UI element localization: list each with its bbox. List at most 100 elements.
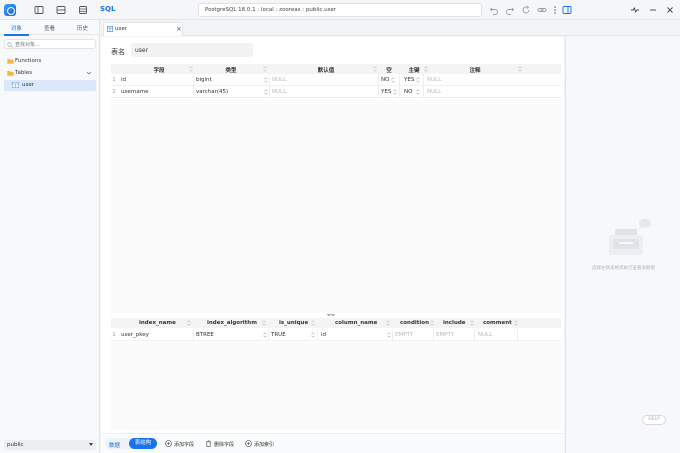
empty-state-illustration xyxy=(605,217,653,263)
header-is-unique[interactable]: is_unique xyxy=(279,320,308,326)
updown-icon[interactable] xyxy=(264,89,268,95)
cell-comment[interactable]: NULL xyxy=(427,89,441,95)
updown-icon[interactable] xyxy=(416,89,420,95)
cell-type[interactable]: varchar(45) xyxy=(196,89,228,95)
undo-icon[interactable] xyxy=(489,5,499,15)
sort-icon[interactable] xyxy=(386,320,390,326)
header-comment[interactable]: 注释 xyxy=(467,66,483,74)
plus-circle-icon xyxy=(245,440,252,447)
tab-objects[interactable]: 对象 xyxy=(0,24,33,32)
cell-pk[interactable]: NO xyxy=(404,89,412,95)
pulse-icon[interactable] xyxy=(630,5,640,15)
cell-is-unique[interactable]: TRUE xyxy=(271,332,286,338)
sort-icon[interactable] xyxy=(430,320,434,326)
updown-icon[interactable] xyxy=(311,332,315,338)
cell-default[interactable]: NULL xyxy=(272,89,286,95)
column-divider xyxy=(193,86,194,98)
header-include[interactable]: include xyxy=(443,320,466,326)
header-condition[interactable]: condition xyxy=(400,320,429,326)
table-row[interactable]: 1 user_pkey BTREE TRUE id EMPTY EMPTY NU… xyxy=(111,329,561,341)
updown-icon[interactable] xyxy=(387,332,391,338)
tab-view[interactable]: 查看 xyxy=(33,24,66,32)
sort-icon[interactable] xyxy=(263,66,267,72)
table-name-input[interactable] xyxy=(131,43,253,57)
add-index-label: 添加索引 xyxy=(254,441,275,448)
delete-field-label: 删除字段 xyxy=(214,441,235,448)
cell-comment[interactable]: NULL xyxy=(478,332,492,338)
minimize-icon[interactable] xyxy=(648,5,658,15)
column-divider xyxy=(378,86,379,98)
sort-icon[interactable] xyxy=(373,66,377,72)
sort-icon[interactable] xyxy=(189,66,193,72)
cell-condition[interactable]: EMPTY xyxy=(395,332,413,338)
tab-label: user xyxy=(115,26,127,32)
sort-icon[interactable] xyxy=(514,320,518,326)
tree-item-functions[interactable]: Functions xyxy=(0,56,100,67)
cell-type[interactable]: bigint xyxy=(196,77,212,83)
cell-pk[interactable]: YES xyxy=(404,77,414,83)
table-editor: 表名 字段 类型 默认值 空 主键 注释 1 id bigint NULL NO xyxy=(101,37,564,453)
cell-nullable[interactable]: NO xyxy=(381,77,389,83)
cell-field[interactable]: id xyxy=(121,77,126,83)
sidebar-toggle-icon[interactable] xyxy=(562,5,572,15)
tab-history[interactable]: 历史 xyxy=(66,24,99,32)
tree-item-user[interactable]: user xyxy=(4,80,96,91)
header-comment[interactable]: comment xyxy=(483,320,512,326)
tab-user[interactable]: user × xyxy=(103,22,183,36)
cell-include[interactable]: EMPTY xyxy=(436,332,454,338)
more-icon[interactable] xyxy=(550,5,560,15)
cell-algorithm[interactable]: BTREE xyxy=(196,332,214,338)
updown-icon[interactable] xyxy=(391,77,395,83)
cell-default[interactable]: NULL xyxy=(272,77,286,83)
header-default[interactable]: 默认值 xyxy=(311,66,341,74)
updown-icon[interactable] xyxy=(263,332,267,338)
connection-path[interactable]: PostgreSQL 18.0.1 : local : zooreas : pu… xyxy=(198,3,482,17)
column-divider xyxy=(399,86,400,98)
sort-icon[interactable] xyxy=(311,320,315,326)
tab-close-button[interactable]: × xyxy=(176,25,182,33)
cell-comment[interactable]: NULL xyxy=(427,77,441,83)
column-divider xyxy=(433,329,434,341)
header-index-name[interactable]: index_name xyxy=(139,320,176,326)
chevron-down-icon[interactable] xyxy=(86,70,92,76)
close-icon[interactable] xyxy=(665,5,675,15)
header-index-algorithm[interactable]: index_algorithm xyxy=(207,320,257,326)
sort-icon[interactable] xyxy=(262,320,266,326)
data-tab-button[interactable]: 数据 xyxy=(109,441,120,449)
columns-grid-header: 字段 类型 默认值 空 主键 注释 xyxy=(111,64,561,74)
sort-icon[interactable] xyxy=(424,66,428,72)
cell-index-name[interactable]: user_pkey xyxy=(121,332,149,338)
updown-icon[interactable] xyxy=(264,77,268,83)
table-row[interactable]: 2 username varchar(45) NULL YES NO NULL xyxy=(111,86,561,98)
column-divider xyxy=(193,74,194,86)
cell-field[interactable]: username xyxy=(121,89,149,95)
sort-icon[interactable] xyxy=(518,66,522,72)
object-search[interactable] xyxy=(4,39,96,49)
tree-item-tables[interactable]: Tables xyxy=(0,68,100,79)
layout-icon[interactable] xyxy=(56,5,66,15)
schema-select[interactable]: public xyxy=(4,440,96,450)
cell-column-name[interactable]: id xyxy=(321,332,326,338)
sql-button[interactable]: SQL xyxy=(100,5,115,13)
header-field[interactable]: 字段 xyxy=(149,66,169,74)
sort-icon[interactable] xyxy=(187,320,191,326)
cell-nullable[interactable]: YES xyxy=(381,89,391,95)
panel-left-icon[interactable] xyxy=(34,5,44,15)
structure-tab-button[interactable]: 表结构 xyxy=(129,438,157,449)
updown-icon[interactable] xyxy=(393,89,397,95)
help-button[interactable]: HELP xyxy=(642,415,666,425)
refresh-icon[interactable] xyxy=(521,5,531,15)
search-input[interactable] xyxy=(15,41,95,48)
header-pk[interactable]: 主键 xyxy=(406,66,422,74)
header-type[interactable]: 类型 xyxy=(221,66,241,74)
table-row[interactable]: 1 id bigint NULL NO YES NULL xyxy=(111,74,561,86)
sidebar: 对象 查看 历史 Functions Tables user public xyxy=(0,20,100,453)
header-column-name[interactable]: column_name xyxy=(335,320,377,326)
header-nullable[interactable]: 空 xyxy=(384,66,394,74)
sort-icon[interactable] xyxy=(470,320,474,326)
updown-icon[interactable] xyxy=(416,77,420,83)
column-divider xyxy=(392,329,393,341)
database-icon[interactable] xyxy=(78,5,88,15)
link-icon[interactable] xyxy=(537,5,547,15)
redo-icon[interactable] xyxy=(505,5,515,15)
